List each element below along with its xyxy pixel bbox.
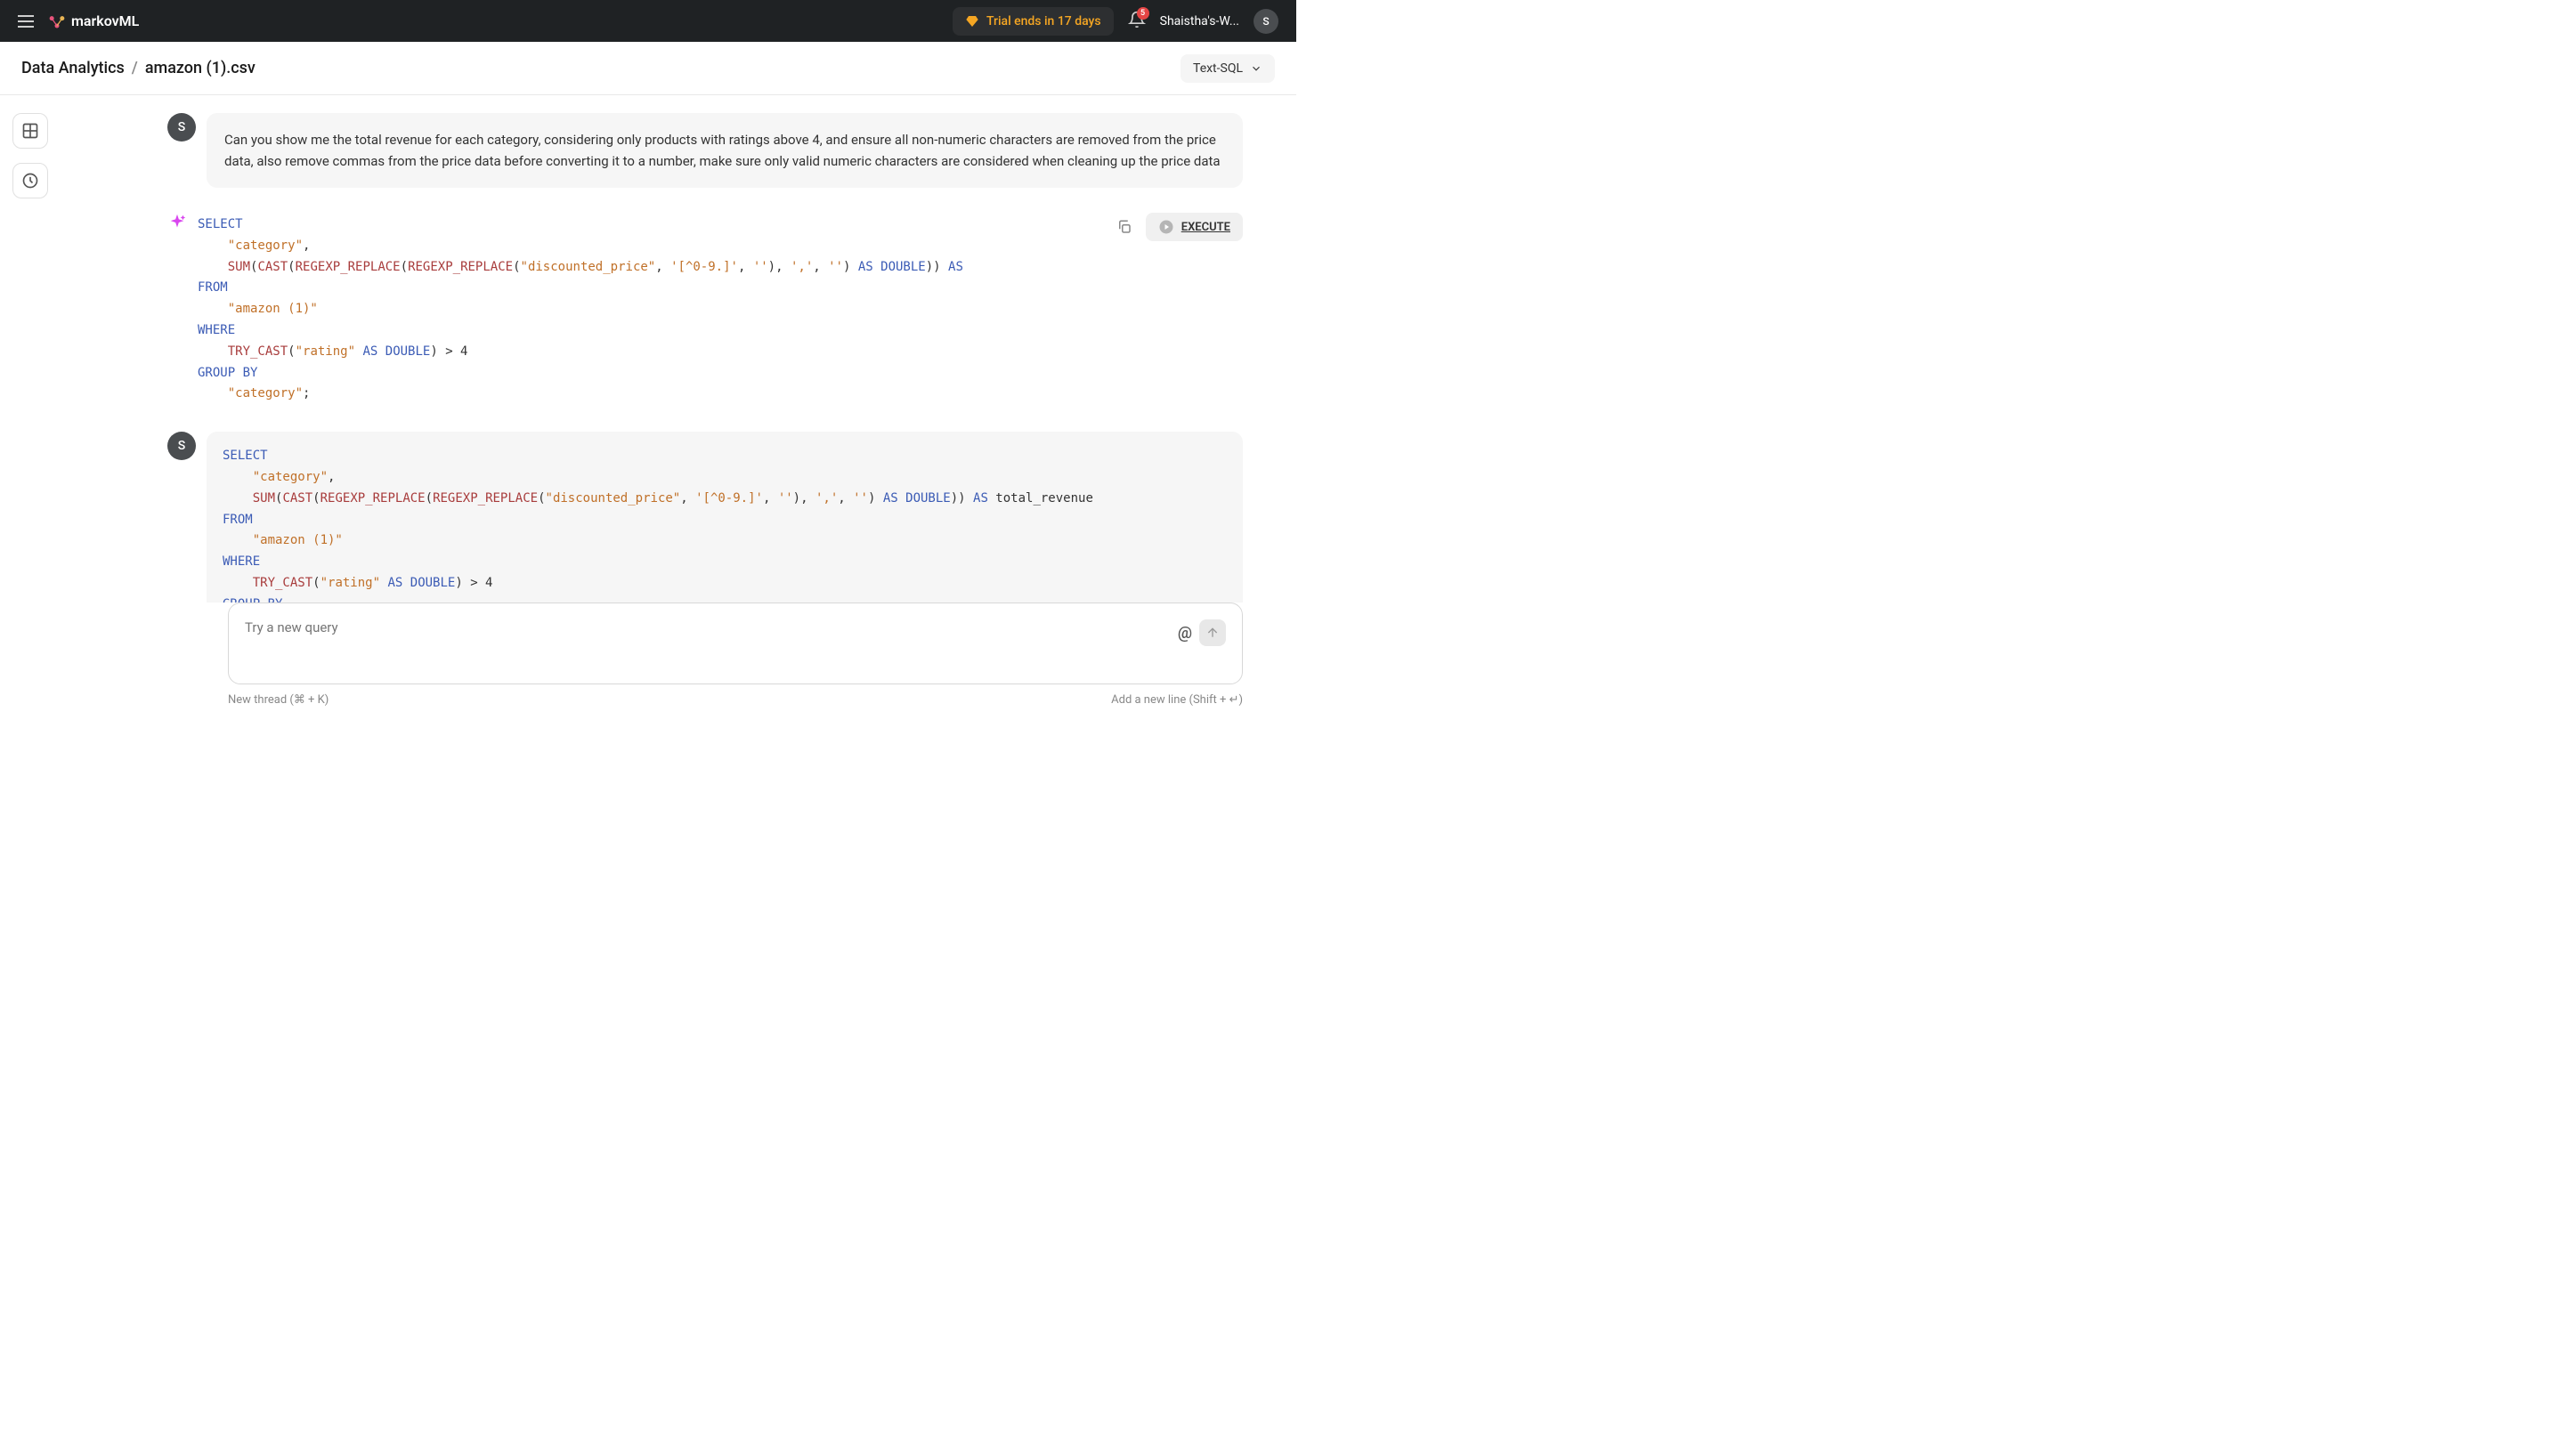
mode-select[interactable]: Text-SQL: [1181, 54, 1275, 83]
user-message-row-2: S SELECT "category", SUM(CAST(REGEXP_REP…: [167, 432, 1243, 629]
trial-text: Trial ends in 17 days: [986, 14, 1101, 28]
execute-label: EXECUTE: [1181, 221, 1230, 234]
sparkle-icon: [167, 213, 187, 232]
sql-code-block-1[interactable]: SELECT "category", SUM(CAST(REGEXP_REPLA…: [198, 213, 1243, 407]
user-message-row: S Can you show me the total revenue for …: [167, 113, 1243, 188]
ai-message-row: EXECUTE SELECT "category", SUM(CAST(REGE…: [167, 213, 1243, 407]
breadcrumb-separator: /: [132, 59, 138, 77]
input-section: @ New thread (⌘ + K) Add a new line (Shi…: [61, 603, 1296, 728]
brand-name: markovML: [71, 12, 139, 29]
diamond-icon: [965, 14, 979, 28]
hint-new-line: Add a new line (Shift + ↵): [1111, 693, 1243, 707]
execute-button[interactable]: EXECUTE: [1146, 213, 1243, 241]
ai-avatar: [167, 213, 187, 232]
copy-button[interactable]: [1110, 213, 1139, 241]
hint-row: New thread (⌘ + K) Add a new line (Shift…: [228, 693, 1243, 707]
query-input-box[interactable]: @: [228, 603, 1243, 684]
breadcrumb-root[interactable]: Data Analytics: [21, 59, 125, 77]
left-rail: [0, 95, 61, 728]
user-avatar-small: S: [167, 113, 196, 142]
send-button[interactable]: [1199, 619, 1226, 646]
arrow-up-icon: [1205, 626, 1220, 640]
copy-icon: [1116, 219, 1132, 235]
workspace-name[interactable]: Shaistha's-W...: [1160, 14, 1239, 28]
user-message-bubble: Can you show me the total revenue for ea…: [207, 113, 1243, 188]
table-icon: [21, 122, 39, 140]
hamburger-menu-icon[interactable]: [18, 15, 34, 28]
user-avatar[interactable]: S: [1254, 9, 1278, 34]
notification-count-badge: 5: [1137, 7, 1149, 20]
mention-button[interactable]: @: [1178, 624, 1192, 643]
brand-logo[interactable]: markovML: [48, 12, 139, 30]
breadcrumb: Data Analytics / amazon (1).csv: [21, 59, 256, 77]
sql-code-block-2[interactable]: SELECT "category", SUM(CAST(REGEXP_REPLA…: [223, 444, 1227, 617]
table-plus-button[interactable]: [12, 113, 48, 149]
notifications-button[interactable]: 5: [1128, 11, 1146, 32]
breadcrumb-file[interactable]: amazon (1).csv: [145, 59, 256, 77]
logo-icon: [48, 12, 66, 30]
top-bar: markovML Trial ends in 17 days 5 Shaisth…: [0, 0, 1296, 42]
user-avatar-small: S: [167, 432, 196, 460]
ai-code-response: EXECUTE SELECT "category", SUM(CAST(REGE…: [198, 213, 1243, 407]
mode-label: Text-SQL: [1193, 61, 1243, 76]
user-code-bubble: SELECT "category", SUM(CAST(REGEXP_REPLA…: [207, 432, 1243, 629]
history-button[interactable]: [12, 163, 48, 198]
trial-badge[interactable]: Trial ends in 17 days: [953, 7, 1114, 36]
chevron-down-icon: [1250, 62, 1262, 75]
play-icon: [1158, 219, 1174, 235]
query-input[interactable]: [245, 619, 1178, 635]
hint-new-thread: New thread (⌘ + K): [228, 693, 329, 707]
sub-header: Data Analytics / amazon (1).csv Text-SQL: [0, 42, 1296, 95]
history-icon: [21, 172, 39, 190]
